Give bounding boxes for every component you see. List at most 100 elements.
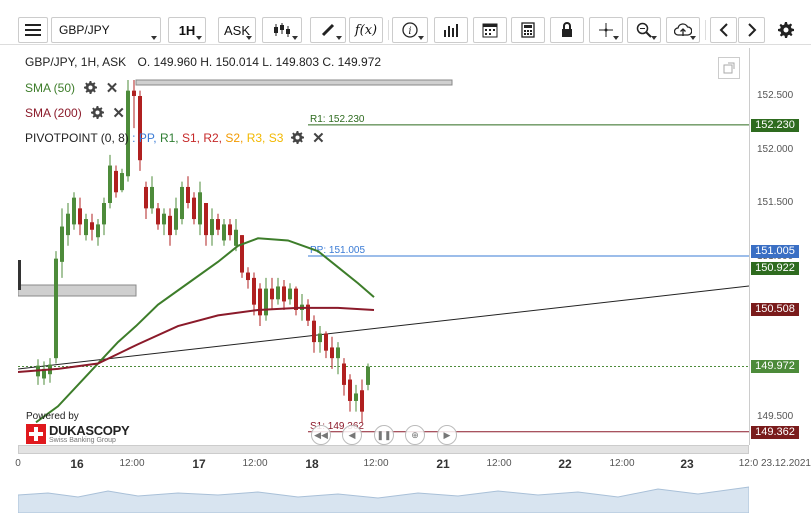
price-side-selector[interactable]: ASK bbox=[218, 17, 256, 43]
candle-body-30 bbox=[216, 219, 220, 230]
legend-symbol: GBP/JPY, 1H, ASK bbox=[25, 55, 127, 69]
time-label-7: 21 bbox=[436, 457, 450, 471]
pivot-close-icon[interactable]: ✕ bbox=[312, 129, 325, 147]
zoom-icon bbox=[636, 22, 652, 38]
candle-body-43 bbox=[294, 288, 298, 310]
rewind-button[interactable]: ◀◀ bbox=[311, 425, 331, 445]
dukascopy-tagline: Swiss Banking Group bbox=[49, 437, 116, 444]
price-tag-5: 149.362 bbox=[751, 425, 799, 439]
candle-body-21 bbox=[162, 213, 166, 225]
lock-button[interactable] bbox=[550, 17, 584, 43]
candle-body-8 bbox=[84, 219, 88, 236]
time-label-5: 18 bbox=[305, 457, 319, 471]
time-label-6: 12:00 bbox=[363, 458, 389, 469]
sma50-close-icon[interactable]: ✕ bbox=[106, 79, 119, 97]
candle-body-9 bbox=[90, 222, 94, 230]
navigator-overview[interactable] bbox=[17, 473, 750, 514]
sma200-settings-icon[interactable] bbox=[91, 106, 105, 119]
rewind-icon: ◀◀ bbox=[314, 429, 328, 440]
candle-body-54 bbox=[360, 390, 364, 412]
chart-type-button[interactable] bbox=[262, 17, 302, 43]
timeframe-selector[interactable]: 1H bbox=[168, 17, 206, 43]
price-tag-0: 152.230 bbox=[751, 118, 799, 132]
crosshair-button[interactable] bbox=[589, 17, 623, 43]
candle-body-6 bbox=[72, 197, 76, 225]
zoom-reset-button[interactable]: ⊕ bbox=[405, 425, 425, 445]
calendar-button[interactable] bbox=[473, 17, 507, 43]
calculator-icon bbox=[521, 22, 535, 38]
candle-body-50 bbox=[336, 347, 340, 359]
chart-toolbar: GBP/JPY 1H ASK f(x) i bbox=[0, 0, 811, 45]
symbol-selector[interactable]: GBP/JPY bbox=[51, 17, 161, 43]
expand-icon bbox=[723, 62, 735, 74]
candle-body-18 bbox=[144, 186, 148, 209]
settings-button[interactable] bbox=[772, 17, 799, 43]
draw-tool-button[interactable] bbox=[310, 17, 346, 43]
sma200-label: SMA (200) bbox=[25, 106, 82, 120]
dukascopy-logo-icon bbox=[26, 424, 46, 444]
zoom-reset-icon: ⊕ bbox=[411, 429, 419, 440]
time-label-10: 12:00 bbox=[609, 458, 635, 469]
upload-button[interactable] bbox=[666, 17, 700, 43]
candle-body-42 bbox=[288, 288, 292, 300]
candles-icon bbox=[274, 23, 290, 37]
info-icon: i bbox=[402, 22, 418, 38]
sma50-label: SMA (50) bbox=[25, 81, 76, 95]
legend-header: GBP/JPY, 1H, ASK O. 149.960 H. 150.014 L… bbox=[25, 55, 381, 69]
candle-body-49 bbox=[330, 347, 334, 359]
price-tag-1: 151.005 bbox=[751, 244, 799, 258]
time-label-12: 12:0 23.12.2021 bbox=[738, 458, 811, 469]
pivot-series-list: : PP, R1, S1, R2, S2, R3, S3 bbox=[132, 131, 283, 145]
chart-plot-area[interactable]: R1: 152.230 PP: 151.005 S1: 149.362 bbox=[18, 48, 749, 445]
svg-text:i: i bbox=[408, 26, 411, 37]
candle-body-55 bbox=[366, 366, 370, 385]
time-label-1: 16 bbox=[70, 457, 84, 471]
volume-button[interactable] bbox=[434, 17, 468, 43]
pivot-label: PIVOTPOINT (0, 8) bbox=[25, 131, 129, 145]
candle-body-4 bbox=[60, 226, 64, 262]
branding: Powered by DUKASCOPY Swiss Banking Group bbox=[26, 411, 130, 444]
candle-body-11 bbox=[102, 203, 106, 225]
sma50-settings-icon[interactable] bbox=[84, 81, 98, 94]
legend-sma50: SMA (50) ✕ bbox=[25, 79, 118, 97]
play-button[interactable]: ▶ bbox=[437, 425, 457, 445]
candle-body-41 bbox=[282, 286, 286, 302]
menu-button[interactable] bbox=[18, 17, 48, 43]
scroll-left-button[interactable] bbox=[710, 17, 737, 43]
price-tick-5: 149.500 bbox=[757, 411, 794, 422]
candle-body-39 bbox=[270, 288, 274, 300]
time-label-4: 12:00 bbox=[242, 458, 268, 469]
price-tick-0: 152.500 bbox=[757, 90, 794, 101]
pause-button[interactable]: ❚❚ bbox=[374, 425, 394, 445]
calendar-icon bbox=[482, 23, 498, 38]
pivot-settings-icon[interactable] bbox=[290, 131, 304, 144]
candle-body-34 bbox=[240, 235, 244, 273]
candle-body-28 bbox=[204, 203, 208, 236]
info-button[interactable]: i bbox=[392, 17, 428, 43]
candle-body-22 bbox=[168, 215, 172, 236]
r1-label: R1: 152.230 bbox=[310, 114, 365, 125]
candle-body-25 bbox=[186, 186, 190, 203]
step-back-button[interactable]: ◀ bbox=[342, 425, 362, 445]
time-axis[interactable]: 0 16 12:00 17 12:00 18 12:00 21 12:00 22 12:00 23 12… bbox=[15, 455, 811, 473]
scroll-right-button[interactable] bbox=[738, 17, 765, 43]
chart-scrollbar[interactable] bbox=[18, 445, 749, 454]
candle-body-24 bbox=[180, 186, 184, 220]
candle-body-31 bbox=[222, 224, 226, 241]
pivot-series-3: R2, bbox=[200, 131, 223, 145]
range-bar-top bbox=[135, 79, 453, 86]
candle-body-46 bbox=[312, 320, 316, 343]
bars-icon bbox=[444, 24, 458, 37]
legend-sma200: SMA (200) ✕ bbox=[25, 104, 125, 122]
pause-icon: ❚❚ bbox=[376, 429, 392, 440]
price-axis[interactable]: 152.500152.000151.500151.000150.500149.5… bbox=[749, 48, 811, 445]
indicators-button[interactable]: f(x) bbox=[349, 17, 383, 43]
time-label-0: 0 bbox=[15, 458, 21, 469]
candle-body-29 bbox=[210, 219, 214, 236]
zoom-button[interactable] bbox=[627, 17, 661, 43]
calculator-button[interactable] bbox=[511, 17, 545, 43]
candle-body-51 bbox=[342, 363, 346, 385]
sma200-close-icon[interactable]: ✕ bbox=[112, 104, 125, 122]
time-label-9: 22 bbox=[558, 457, 572, 471]
expand-button[interactable] bbox=[718, 57, 740, 79]
